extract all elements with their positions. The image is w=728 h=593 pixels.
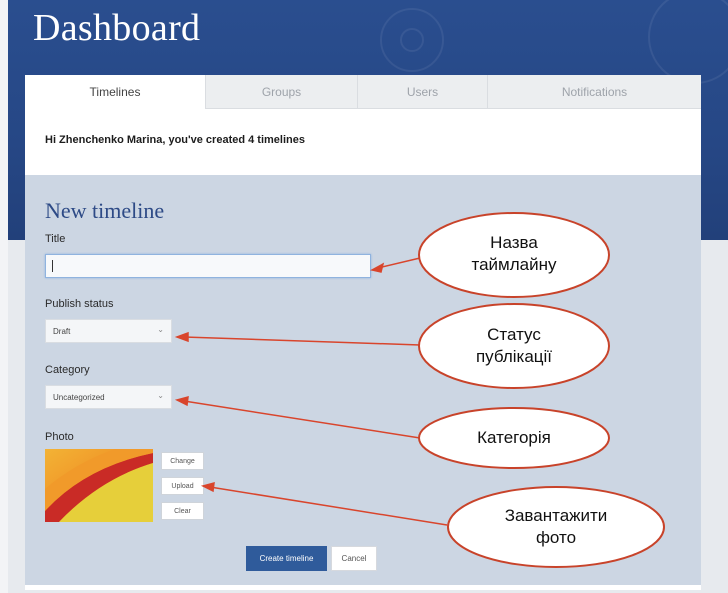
annotation-status-line1: Статус bbox=[487, 325, 541, 344]
arrow-head bbox=[200, 481, 215, 493]
annotation-title-line2: таймлайну bbox=[471, 255, 557, 274]
arrow-line bbox=[377, 257, 421, 269]
arrow-head bbox=[174, 331, 189, 343]
annotation-category-text: Категорія bbox=[477, 428, 551, 447]
annotation-upload-line1: Завантажити bbox=[504, 506, 608, 525]
arrow-head bbox=[174, 395, 189, 407]
arrow-line bbox=[183, 400, 421, 439]
arrow-head bbox=[369, 262, 385, 273]
annotation-upload-line2: фото bbox=[535, 528, 577, 547]
arrow-line bbox=[183, 336, 421, 346]
annotation-category: Категорія bbox=[424, 427, 604, 449]
annotation-status-line2: публікації bbox=[475, 347, 553, 366]
annotation-upload: Завантажити фото bbox=[454, 505, 658, 549]
annotation-status: Статус публікації bbox=[424, 324, 604, 368]
arrow-line bbox=[209, 486, 448, 526]
annotation-title: Назва таймлайну bbox=[424, 232, 604, 276]
annotation-title-line1: Назва bbox=[490, 233, 538, 252]
